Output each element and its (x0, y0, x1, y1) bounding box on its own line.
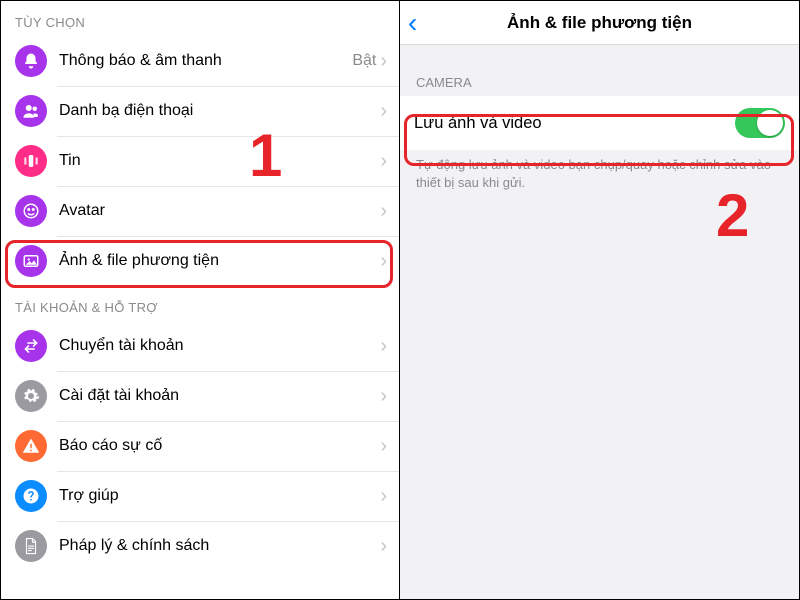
row-notifications[interactable]: Thông báo & âm thanh Bật › (1, 36, 399, 86)
row-report-problem[interactable]: Báo cáo sự cố › (1, 421, 399, 471)
gear-icon (15, 380, 47, 412)
chevron-right-icon: › (380, 151, 387, 171)
setting-description: Tự động lưu ảnh và video bạn chụp/quay h… (400, 150, 799, 197)
row-label: Trợ giúp (59, 487, 380, 505)
people-icon (15, 95, 47, 127)
row-value: Bật (352, 52, 376, 70)
panel-icon (15, 145, 47, 177)
smile-icon (15, 195, 47, 227)
chevron-right-icon: › (380, 436, 387, 456)
nav-title: Ảnh & file phương tiện (400, 13, 799, 33)
chevron-right-icon: › (380, 51, 387, 71)
row-story[interactable]: Tin › (1, 136, 399, 186)
back-button[interactable]: ‹ (408, 9, 417, 37)
row-label: Danh bạ điện thoại (59, 102, 380, 120)
row-label: Báo cáo sự cố (59, 437, 380, 455)
row-label: Tin (59, 152, 380, 170)
row-account-settings[interactable]: Cài đặt tài khoản › (1, 371, 399, 421)
camera-section-header: CAMERA (400, 45, 799, 96)
row-contacts[interactable]: Danh bạ điện thoại › (1, 86, 399, 136)
chevron-right-icon: › (380, 101, 387, 121)
save-toggle[interactable] (735, 108, 785, 138)
setting-label: Lưu ảnh và video (414, 114, 735, 133)
save-photos-videos-row[interactable]: Lưu ảnh và video (400, 96, 799, 150)
row-photos-media[interactable]: Ảnh & file phương tiện › (1, 236, 399, 286)
row-label: Pháp lý & chính sách (59, 537, 380, 555)
nav-bar: ‹ Ảnh & file phương tiện (400, 1, 799, 45)
switch-icon (15, 330, 47, 362)
chevron-right-icon: › (380, 486, 387, 506)
doc-icon (15, 530, 47, 562)
bell-icon (15, 45, 47, 77)
row-label: Ảnh & file phương tiện (59, 252, 380, 270)
row-label: Avatar (59, 202, 380, 220)
image-icon (15, 245, 47, 277)
section-account-header: TÀI KHOẢN & HỖ TRỢ (1, 286, 399, 321)
chevron-right-icon: › (380, 251, 387, 271)
row-label: Cài đặt tài khoản (59, 387, 380, 405)
chevron-right-icon: › (380, 336, 387, 356)
row-switch-account[interactable]: Chuyển tài khoản › (1, 321, 399, 371)
section-options-header: TÙY CHỌN (1, 1, 399, 36)
alert-icon (15, 430, 47, 462)
chevron-right-icon: › (380, 536, 387, 556)
row-help[interactable]: Trợ giúp › (1, 471, 399, 521)
help-icon (15, 480, 47, 512)
chevron-right-icon: › (380, 386, 387, 406)
settings-list-pane: TÙY CHỌN Thông báo & âm thanh Bật › Danh… (1, 1, 400, 599)
photos-media-pane: ‹ Ảnh & file phương tiện CAMERA Lưu ảnh … (400, 1, 799, 599)
chevron-right-icon: › (380, 201, 387, 221)
row-avatar[interactable]: Avatar › (1, 186, 399, 236)
row-label: Chuyển tài khoản (59, 337, 380, 355)
row-label: Thông báo & âm thanh (59, 52, 352, 70)
row-legal[interactable]: Pháp lý & chính sách › (1, 521, 399, 571)
